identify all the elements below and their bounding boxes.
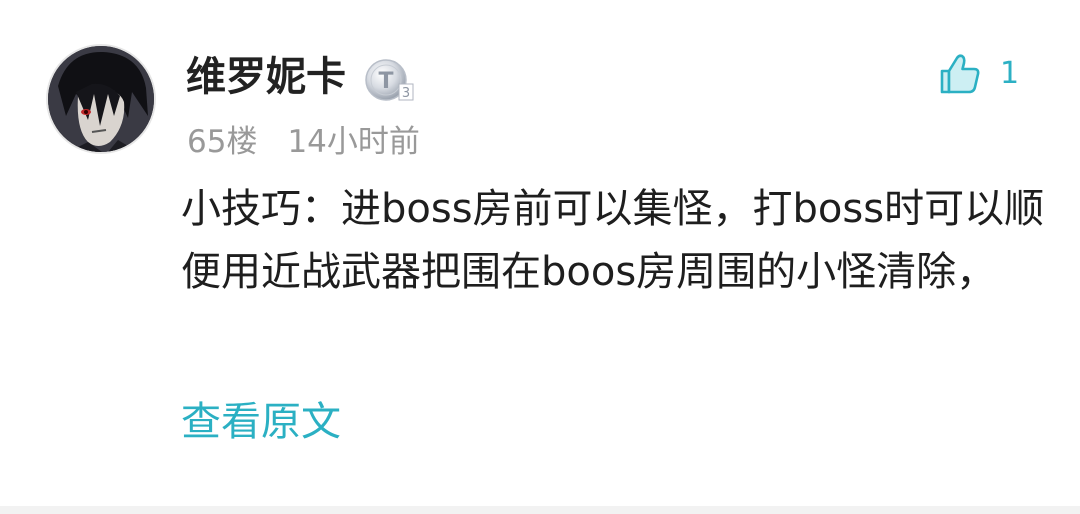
like-button[interactable]: 1 bbox=[938, 50, 1019, 98]
svg-text:T: T bbox=[378, 69, 393, 94]
like-count: 1 bbox=[1000, 56, 1020, 91]
floor-number: 65楼 bbox=[187, 124, 258, 160]
view-original-link[interactable]: 查看原文 bbox=[181, 396, 341, 448]
avatar[interactable] bbox=[46, 44, 156, 154]
comment-meta: 65楼 14小时前 bbox=[187, 118, 420, 166]
thumbs-up-icon bbox=[940, 54, 980, 94]
svg-text:3: 3 bbox=[402, 86, 410, 101]
divider bbox=[0, 506, 1080, 514]
comment-card: 维罗妮卡 T 3 65楼 14小时前 1 小技巧：进boss房前可以集怪，打bo… bbox=[0, 0, 1080, 506]
timestamp: 14小时前 bbox=[287, 124, 420, 160]
level-badge-icon: T 3 bbox=[364, 56, 416, 104]
comment-content: 小技巧：进boss房前可以集怪，打boss时可以顺便用近战武器把围在boos房周… bbox=[181, 186, 1045, 295]
avatar-image bbox=[48, 46, 154, 152]
username[interactable]: 维罗妮卡 bbox=[186, 52, 346, 102]
